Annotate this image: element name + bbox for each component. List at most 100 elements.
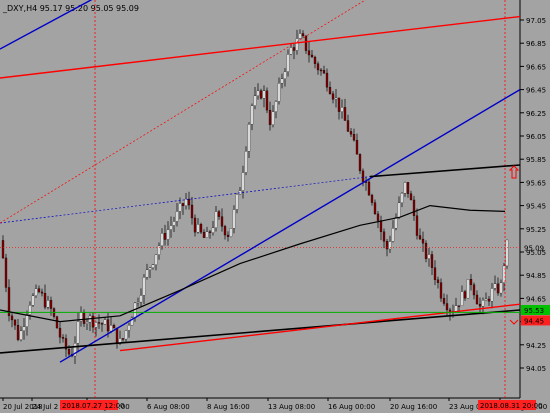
y-tick-label: 95.65 <box>526 179 546 187</box>
x-tick-label: 13 Aug 08:00 <box>268 403 315 411</box>
candle-bull <box>277 83 281 102</box>
candle-bear <box>55 316 59 329</box>
candle-bear <box>463 291 467 299</box>
candle-bear <box>307 50 311 56</box>
candle-bull <box>238 190 242 195</box>
y-tick-label: 94.05 <box>526 365 546 373</box>
x-tick-label: 24 Jul 2 <box>32 403 58 411</box>
candle-bear <box>352 134 356 141</box>
candle-bull <box>274 101 278 112</box>
candle-bull <box>394 217 398 229</box>
price-label: 94.45 <box>524 317 544 325</box>
candle-bull <box>142 277 146 296</box>
y-tick-label: 96.25 <box>526 110 546 118</box>
candle-bull <box>169 225 173 230</box>
candle-bear <box>382 231 386 242</box>
candle-bear <box>430 254 434 268</box>
candle-bear <box>448 309 452 312</box>
candle-bull <box>241 172 245 191</box>
candle-bull <box>25 314 29 327</box>
y-tick-label: 96.65 <box>526 63 546 71</box>
candle-bull <box>184 198 188 207</box>
candle-bear <box>409 193 413 201</box>
candle-bear <box>163 233 167 240</box>
candle-bear <box>181 203 185 207</box>
candle-bull <box>28 305 32 315</box>
candle-bull <box>196 224 200 233</box>
candle-bear <box>37 288 41 293</box>
candle-bear <box>193 217 197 233</box>
candle-bear <box>301 33 305 37</box>
candle-bear <box>349 131 353 135</box>
candle-bear <box>268 109 272 125</box>
y-tick-label: 94.25 <box>526 342 546 350</box>
candle-bull <box>34 288 38 296</box>
candle-bear <box>412 199 416 216</box>
candle-bear <box>199 224 203 233</box>
price-label: 95.53 <box>524 307 544 315</box>
x-tick-label: 8 Aug 16:00 <box>207 403 250 411</box>
candle-bear <box>346 120 350 132</box>
candle-bear <box>319 69 323 72</box>
candle-bull <box>214 211 218 229</box>
candle-bull <box>403 182 407 194</box>
time-highlight-label: 2018.08.31 20:00 <box>480 402 542 410</box>
candle-bear <box>424 243 428 259</box>
price-label: 95.09 <box>524 244 544 252</box>
chart-canvas[interactable]: _DXY,H4 95.17 95.20 95.05 95.09 97.0596.… <box>0 0 550 413</box>
candle-bear <box>259 90 263 99</box>
candle-bear <box>358 154 362 172</box>
candle-bull <box>481 300 485 307</box>
candle-bull <box>232 209 236 229</box>
candle-bear <box>415 215 419 236</box>
candle-bear <box>379 220 383 232</box>
candle-bull <box>460 291 464 306</box>
candle-bear <box>373 202 377 215</box>
candle-bear <box>13 319 17 326</box>
candle-bear <box>496 283 500 294</box>
candle-bull <box>109 325 113 332</box>
candle-bear <box>16 325 20 340</box>
y-tick-label: 95.85 <box>526 156 546 164</box>
candle-bull <box>298 33 302 39</box>
candle-bear <box>1 240 5 259</box>
candle-bear <box>376 213 380 221</box>
candle-bull <box>400 192 404 204</box>
y-tick-label: 95.25 <box>526 226 546 234</box>
time-highlight-label: 2018.07.27 12:00 <box>62 402 124 410</box>
candle-bear <box>487 298 491 302</box>
candle-bull <box>160 233 164 247</box>
candle-bull <box>397 202 401 218</box>
candle-bull <box>31 295 35 306</box>
candle-bull <box>250 105 254 125</box>
price-chart[interactable]: _DXY,H4 95.17 95.20 95.05 95.09 97.05 96.… <box>0 0 550 413</box>
candle-bear <box>58 327 62 338</box>
candle-bull <box>139 295 143 303</box>
candle-bear <box>445 303 449 311</box>
candle-bear <box>121 338 125 340</box>
candle-bull <box>256 90 260 96</box>
candle-bull <box>391 228 395 242</box>
candle-bull <box>124 330 128 340</box>
x-tick-label: 16 Aug 00:00 <box>328 403 375 411</box>
candle-bull <box>235 194 239 210</box>
candle-bull <box>172 221 176 226</box>
candle-bear <box>220 216 224 227</box>
candle-bull <box>148 267 152 271</box>
candle-bear <box>469 279 473 285</box>
candle-bull <box>46 300 50 308</box>
candle-bear <box>361 170 365 182</box>
candle-bear <box>478 303 482 307</box>
candle-bull <box>166 229 170 240</box>
candle-bull <box>136 301 140 304</box>
candle-bear <box>331 93 335 100</box>
candle-bear <box>385 241 389 250</box>
candle-bear <box>442 298 446 304</box>
candle-bull <box>229 228 233 237</box>
candle-bull <box>484 298 488 301</box>
candle-bear <box>97 322 101 324</box>
candle-bull <box>127 325 131 331</box>
candle-bull <box>289 47 293 55</box>
y-tick-label: 96.45 <box>526 87 546 95</box>
candle-bear <box>439 282 443 299</box>
